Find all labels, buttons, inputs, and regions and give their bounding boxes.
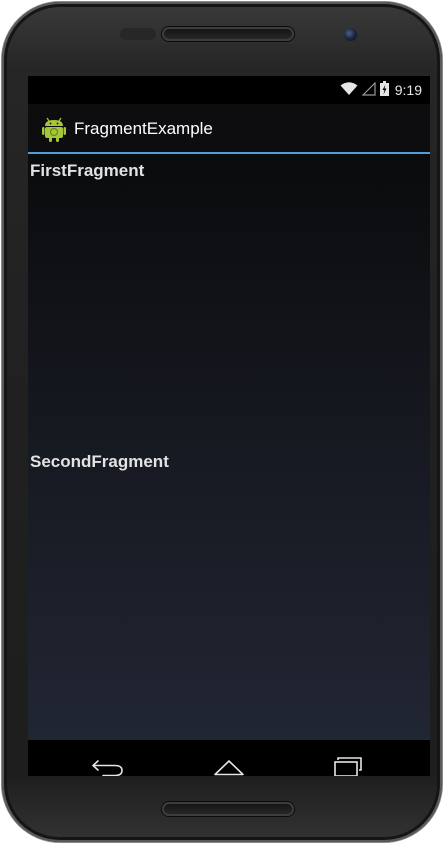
status-icons: 9:19 xyxy=(340,80,422,100)
second-fragment-label: SecondFragment xyxy=(30,452,169,471)
front-camera xyxy=(344,28,357,41)
navigation-bar xyxy=(28,740,430,776)
home-button[interactable] xyxy=(207,754,251,776)
status-bar: 9:19 xyxy=(28,76,430,104)
status-time: 9:19 xyxy=(394,82,422,98)
back-button[interactable] xyxy=(86,754,130,776)
back-icon xyxy=(91,757,125,776)
action-bar: FragmentExample xyxy=(28,104,430,154)
activity-content: FirstFragment SecondFragment xyxy=(28,154,430,740)
android-app-icon[interactable] xyxy=(42,116,66,142)
first-fragment-label: FirstFragment xyxy=(30,161,145,180)
recents-button[interactable] xyxy=(326,754,370,776)
wifi-icon xyxy=(340,81,358,100)
phone-device-frame: 9:19 FragmentExample FirstFragment Secon… xyxy=(2,2,442,842)
home-icon xyxy=(212,757,246,776)
device-screen: 9:19 FragmentExample FirstFragment Secon… xyxy=(28,76,430,776)
app-title: FragmentExample xyxy=(74,119,213,138)
earpiece-speaker xyxy=(162,27,294,41)
battery-charging-icon xyxy=(379,80,389,100)
signal-icon xyxy=(361,81,376,100)
recents-icon xyxy=(331,756,365,776)
proximity-sensor xyxy=(120,28,156,40)
bottom-speaker xyxy=(162,802,294,816)
